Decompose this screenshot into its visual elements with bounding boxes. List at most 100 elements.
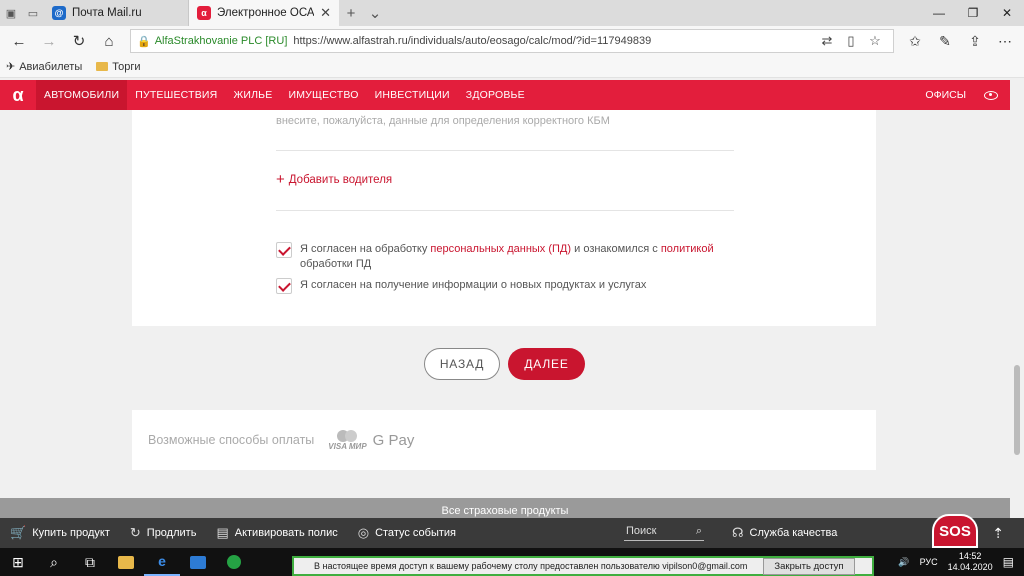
nav-travel[interactable]: ПУТЕШЕСТВИЯ <box>127 80 225 110</box>
folder-icon <box>96 62 109 71</box>
consent-checkbox-news[interactable] <box>276 278 292 294</box>
payment-label: Возможные способы оплаты <box>148 433 315 447</box>
alfa-logo-icon[interactable]: α <box>0 80 36 110</box>
back-button[interactable]: НАЗАД <box>424 348 500 380</box>
form-card: внесите, пожалуйста, данные для определе… <box>132 110 876 326</box>
forward-icon[interactable]: → <box>34 33 64 50</box>
headset-icon: ☊ <box>732 525 744 540</box>
favorite-label: Торги <box>112 60 141 73</box>
search-input[interactable]: Поиск ⌕ <box>624 525 704 541</box>
whatsapp-icon[interactable] <box>216 548 252 576</box>
status-label: Статус события <box>375 527 456 539</box>
close-window-icon[interactable]: ✕ <box>990 0 1024 26</box>
minimize-icon[interactable]: — <box>922 0 956 26</box>
consent-text: Я согласен на обработку персональных дан… <box>300 242 736 272</box>
notification-text: В настоящее время доступ к вашему рабоче… <box>314 561 748 571</box>
home-icon[interactable]: ⌂ <box>94 33 124 50</box>
plus-icon: + <box>276 171 285 188</box>
volume-icon[interactable]: 🔊 <box>898 557 909 568</box>
google-pay-logo: G Pay <box>372 431 415 449</box>
windows-start-icon[interactable]: ⊞ <box>0 548 36 576</box>
consent-news: Я согласен на получение информации о нов… <box>276 278 736 294</box>
divider <box>276 150 734 151</box>
task-view-icon[interactable]: ⧉ <box>72 548 108 576</box>
nav-housing[interactable]: ЖИЛЬЕ <box>225 80 280 110</box>
share-icon[interactable]: ⇪ <box>960 33 990 50</box>
payment-methods-card: Возможные способы оплаты VISA МИР G Pay <box>132 410 876 470</box>
tab-title: Почта Mail.ru <box>72 7 142 19</box>
consent-personal-data: Я согласен на обработку персональных дан… <box>276 242 736 272</box>
tab-mail[interactable]: @ Почта Mail.ru <box>44 0 189 26</box>
visa-mir-text: VISA МИР <box>328 441 367 451</box>
reading-view-icon[interactable]: ▯ <box>839 33 863 49</box>
favorite-label: Авиабилеты <box>19 60 83 73</box>
translate-icon[interactable]: ⇄ <box>815 33 839 49</box>
site-identity: AlfaStrakhovanie PLC [RU] <box>154 35 288 47</box>
visa-mir-logo: VISA МИР <box>328 429 367 451</box>
page-scrollbar[interactable] <box>1010 80 1024 518</box>
back-icon[interactable]: ← <box>4 33 34 50</box>
favorite-star-icon[interactable]: ☆ <box>863 33 887 49</box>
restore-icon[interactable]: ❐ <box>956 0 990 26</box>
close-access-button[interactable]: Закрыть доступ <box>763 557 855 575</box>
buy-product-button[interactable]: 🛒 Купить продукт <box>0 525 120 541</box>
favorite-avia[interactable]: ✈ Авиабилеты <box>6 60 83 74</box>
mastercard-icon <box>336 429 358 442</box>
edge-icon[interactable]: e <box>144 548 180 576</box>
clock-date: 14.04.2020 <box>947 562 993 572</box>
page-content: внесите, пожалуйста, данные для определе… <box>0 110 1010 498</box>
tab-preview-icon[interactable]: ▭ <box>22 0 44 26</box>
new-tab-icon[interactable]: + <box>339 0 363 26</box>
close-tab-icon[interactable]: ✕ <box>320 5 331 21</box>
refresh-icon[interactable]: ↻ <box>64 32 94 50</box>
add-driver-label: Добавить водителя <box>288 174 393 186</box>
pen-icon[interactable]: ✎ <box>930 33 960 50</box>
activate-policy-button[interactable]: ▤ Активировать полис <box>206 525 347 541</box>
hint-text: внесите, пожалуйста, данные для определе… <box>276 115 610 127</box>
tab-osago[interactable]: α Электронное ОСАГО ✕ <box>189 0 339 26</box>
all-products-link[interactable]: Все страховые продукты <box>442 505 569 517</box>
all-products-strip: Все страховые продукты <box>0 498 1010 518</box>
language-indicator[interactable]: РУС <box>920 557 938 567</box>
payment-logos: VISA МИР G Pay <box>328 429 415 451</box>
search-icon[interactable]: ⌕ <box>696 525 702 538</box>
favorites-bar: ✈ Авиабилеты Торги <box>0 56 1024 78</box>
consent-checkbox-pd[interactable] <box>276 242 292 258</box>
policy-link[interactable]: политикой <box>661 243 714 255</box>
next-button[interactable]: ДАЛЕЕ <box>508 348 585 380</box>
clock[interactable]: 14:52 14.04.2020 <box>948 551 993 573</box>
url-field[interactable]: 🔒 AlfaStrakhovanie PLC [RU] https://www.… <box>130 29 894 53</box>
scrollbar-thumb[interactable] <box>1014 365 1020 455</box>
nav-offices[interactable]: ОФИСЫ <box>925 89 966 101</box>
favorite-torgi[interactable]: Торги <box>96 60 141 73</box>
file-explorer-icon[interactable] <box>108 548 144 576</box>
nav-cars[interactable]: АВТОМОБИЛИ <box>36 80 128 110</box>
accessibility-eye-icon[interactable] <box>984 90 998 100</box>
personal-data-link[interactable]: персональных данных (ПД) <box>430 243 571 255</box>
tab-title: Электронное ОСАГО <box>217 7 315 19</box>
consent-middle: и ознакомился с <box>571 243 661 255</box>
quality-service-button[interactable]: ☊ Служба качества <box>722 525 847 541</box>
sos-button[interactable]: SOS <box>932 514 978 548</box>
browser-tab-bar: ▣ ▭ @ Почта Mail.ru α Электронное ОСАГО … <box>0 0 1024 26</box>
consent-prefix: Я согласен на обработку <box>300 243 431 255</box>
extend-button[interactable]: ↻ Продлить <box>120 525 207 541</box>
kbm-hint: внесите, пожалуйста, данные для определе… <box>276 104 736 128</box>
add-driver-link[interactable]: + Добавить водителя <box>276 171 393 188</box>
mail-app-icon[interactable] <box>180 548 216 576</box>
search-icon[interactable]: ⌕ <box>36 548 72 576</box>
more-icon[interactable]: ⋯ <box>990 33 1020 50</box>
document-icon: ▤ <box>216 525 229 540</box>
favorites-hub-icon[interactable]: ✩ <box>900 33 930 50</box>
notifications-icon[interactable]: ▤ <box>1003 555 1014 569</box>
search-placeholder: Поиск <box>626 525 657 537</box>
lock-icon: 🔒 <box>137 35 151 48</box>
event-status-button[interactable]: ◎ Статус события <box>348 525 466 541</box>
tab-list-chevron-icon[interactable]: ⌄ <box>363 0 387 26</box>
scroll-top-icon[interactable]: ⇡ <box>992 525 1024 542</box>
url-text[interactable]: https://www.alfastrah.ru/individuals/aut… <box>293 35 815 47</box>
tab-actions-icon[interactable]: ▣ <box>0 0 22 26</box>
plane-icon: ✈ <box>6 61 16 73</box>
clock-time: 14:52 <box>958 551 982 561</box>
address-bar: ← → ↻ ⌂ 🔒 AlfaStrakhovanie PLC [RU] http… <box>0 26 1024 56</box>
